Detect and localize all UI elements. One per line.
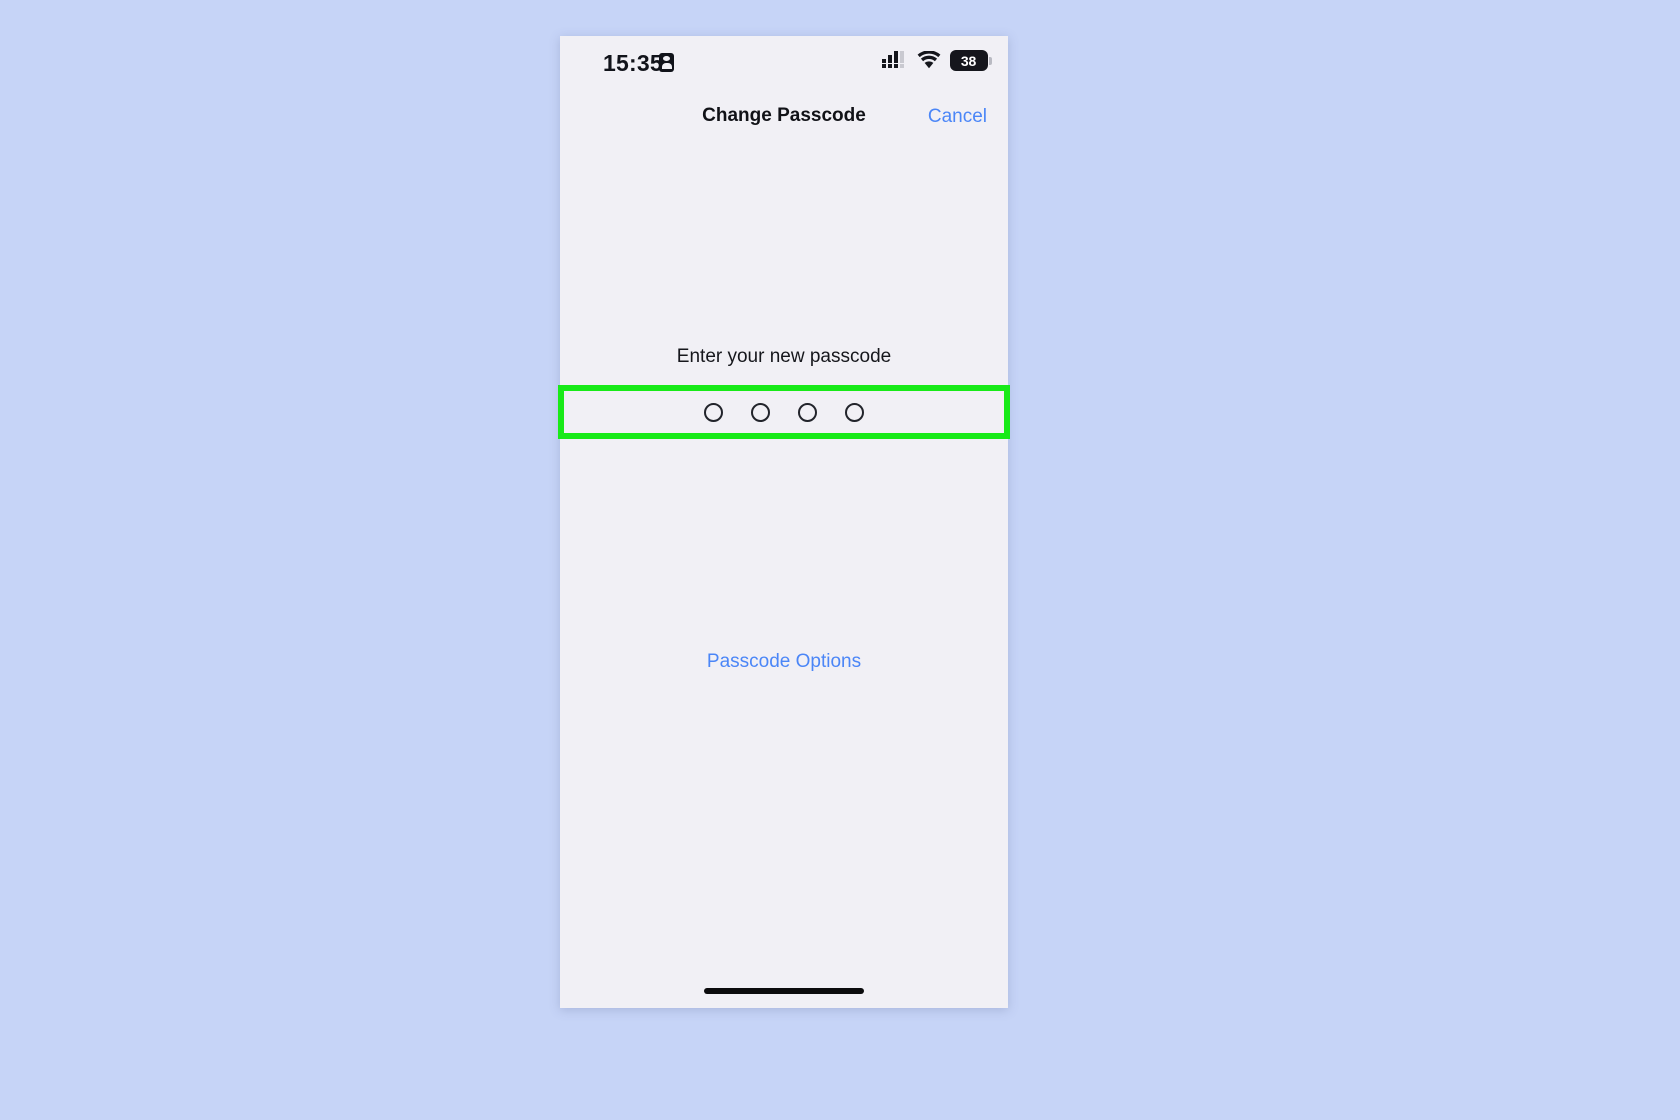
battery-icon: 38	[949, 50, 992, 71]
cancel-button[interactable]: Cancel	[928, 106, 987, 128]
passcode-options-button[interactable]: Passcode Options	[560, 651, 1008, 673]
passcode-prompt-label: Enter your new passcode	[676, 346, 892, 367]
passcode-dot-3	[798, 402, 817, 422]
battery-level-text: 38	[960, 52, 977, 69]
home-indicator	[704, 988, 864, 994]
status-bar: 15:35 38	[560, 36, 1008, 94]
passcode-dot-1	[704, 402, 723, 422]
passcode-dot-2	[751, 402, 770, 422]
passcode-input-field[interactable]	[560, 386, 1008, 438]
phone-screen: 15:35 38 Change Passcode Cancel Enter yo…	[560, 36, 1008, 1008]
recording-indicator-icon	[659, 53, 674, 72]
battery-cap	[989, 56, 992, 65]
wifi-icon	[917, 51, 940, 69]
passcode-dot-4	[845, 402, 864, 422]
nav-bar: Change Passcode Cancel	[560, 94, 1008, 144]
cellular-signal-icon	[881, 51, 904, 68]
status-bar-time: 15:35	[603, 50, 663, 76]
status-bar-indicators: 38	[881, 50, 992, 71]
